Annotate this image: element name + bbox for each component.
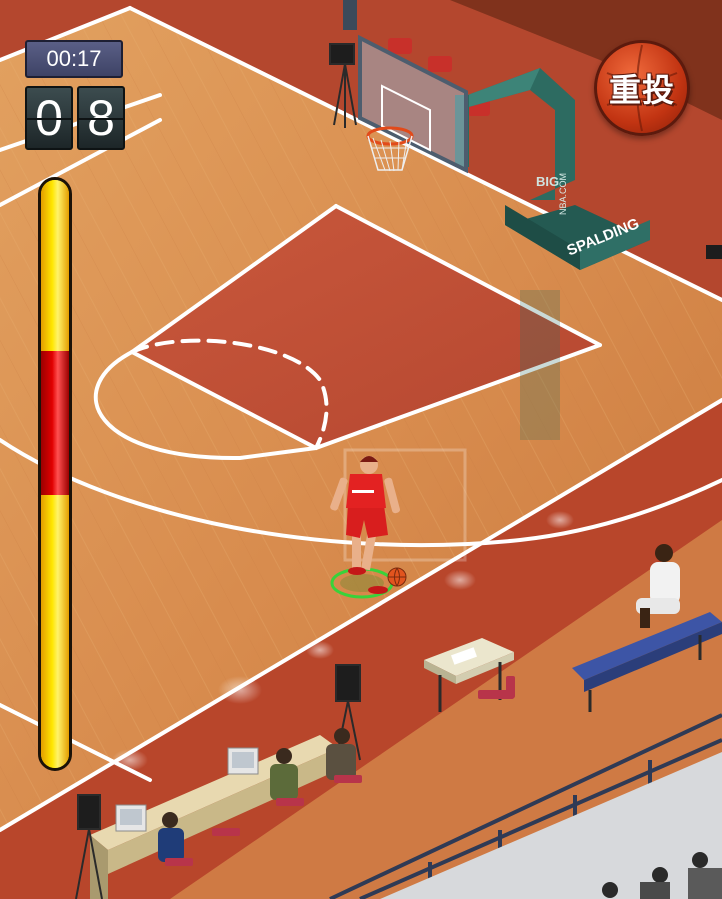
score-digit-tens: 0 bbox=[25, 86, 73, 150]
power-meter-bottom-yellow bbox=[41, 494, 69, 768]
shot-power-meter bbox=[38, 177, 72, 771]
monitor-right bbox=[227, 747, 259, 775]
referee-top bbox=[343, 0, 357, 30]
stanchion-logo-text: BIG bbox=[536, 174, 559, 189]
score-digit-ones: 8 bbox=[77, 86, 125, 150]
retry-button[interactable]: 重投 bbox=[594, 40, 690, 136]
score-display: 0 8 bbox=[25, 86, 125, 150]
game-timer: 00:17 bbox=[25, 40, 123, 78]
power-meter-red-zone bbox=[41, 350, 69, 495]
monitor-left bbox=[115, 804, 147, 832]
power-meter-top-yellow bbox=[41, 180, 69, 351]
camera-right bbox=[706, 245, 722, 259]
retry-button-label: 重投 bbox=[608, 71, 675, 109]
stanchion-side-text: NBA.COM bbox=[558, 173, 568, 215]
basketball bbox=[387, 567, 407, 587]
